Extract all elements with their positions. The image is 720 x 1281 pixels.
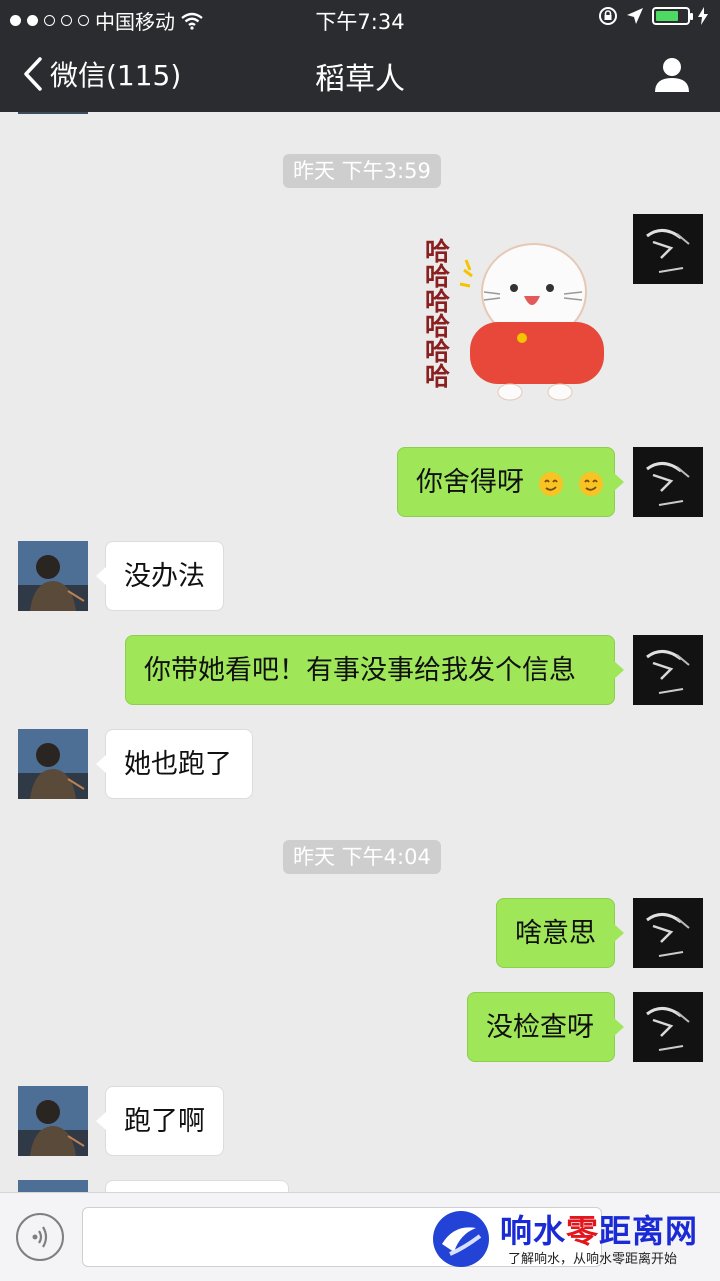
message-text: 跑了啊 bbox=[124, 1106, 205, 1137]
my-avatar[interactable] bbox=[633, 447, 703, 517]
my-avatar[interactable] bbox=[633, 635, 703, 705]
voice-button[interactable] bbox=[16, 1213, 64, 1261]
message-text: 她也跑了 bbox=[124, 749, 232, 780]
message-bubble[interactable]: 跑了啊 bbox=[96, 1086, 224, 1156]
voice-icon bbox=[32, 1226, 48, 1248]
message-bubble[interactable]: 没检查呀 bbox=[467, 992, 624, 1062]
message-bubble[interactable] bbox=[105, 1180, 289, 1192]
emoji-icon bbox=[579, 471, 604, 496]
watermark-subtitle: 了解响水，从响水零距离开始 bbox=[508, 1252, 678, 1267]
rotation-lock-icon bbox=[599, 7, 617, 25]
watermark-title: 响水零距离网 bbox=[500, 1212, 699, 1250]
message-text: 你舍得呀 bbox=[416, 467, 524, 498]
watermark: 响水零距离网 了解响水，从响水零距离开始 bbox=[430, 1200, 720, 1280]
contact-avatar[interactable] bbox=[18, 1086, 88, 1156]
message-text: 你带她看吧！有事没事给我发个信息 bbox=[144, 655, 576, 686]
message-bubble[interactable]: 你带她看吧！有事没事给我发个信息 bbox=[125, 635, 624, 705]
contact-avatar[interactable] bbox=[18, 541, 88, 611]
message-text: 没办法 bbox=[124, 561, 205, 592]
message-text: 啥意思 bbox=[515, 918, 596, 949]
contact-avatar[interactable] bbox=[18, 1180, 88, 1192]
message-bubble[interactable]: 啥意思 bbox=[496, 898, 624, 968]
timestamp: 昨天 下午4:04 bbox=[283, 840, 441, 874]
charging-bolt-icon bbox=[698, 7, 708, 25]
contact-avatar[interactable] bbox=[18, 729, 88, 799]
my-avatar[interactable] bbox=[633, 992, 703, 1062]
status-bar: 中国移动 下午7:34 bbox=[0, 0, 720, 36]
message-bubble[interactable]: 你舍得呀 bbox=[397, 447, 624, 517]
location-arrow-icon bbox=[627, 8, 643, 24]
my-avatar[interactable] bbox=[633, 214, 703, 284]
sticker-text: 哈哈哈哈哈哈 bbox=[422, 238, 451, 388]
message-bubble[interactable]: 她也跑了 bbox=[96, 729, 253, 799]
emoji-icon bbox=[538, 471, 563, 496]
header: 中国移动 下午7:34 微信(115) 稻草人 bbox=[0, 0, 720, 112]
status-icons bbox=[598, 6, 708, 26]
message-text: 没检查呀 bbox=[486, 1012, 594, 1043]
watermark-logo bbox=[433, 1211, 489, 1267]
message-bubble[interactable]: 没办法 bbox=[96, 541, 224, 611]
sticker-message[interactable]: 哈哈哈哈哈哈 bbox=[414, 230, 614, 410]
battery-icon bbox=[652, 7, 693, 25]
nav-bar: 微信(115) 稻草人 bbox=[0, 36, 720, 112]
chat-area[interactable]: 昨天 下午3:59 哈哈哈哈哈哈 你舍得呀 没办法 你带她看吧！有事没事给我发个… bbox=[0, 112, 720, 1192]
timestamp: 昨天 下午3:59 bbox=[283, 154, 441, 188]
page-title: 稻草人 bbox=[315, 62, 405, 97]
my-avatar[interactable] bbox=[633, 898, 703, 968]
contact-avatar[interactable] bbox=[18, 112, 88, 114]
profile-icon[interactable] bbox=[652, 54, 692, 94]
